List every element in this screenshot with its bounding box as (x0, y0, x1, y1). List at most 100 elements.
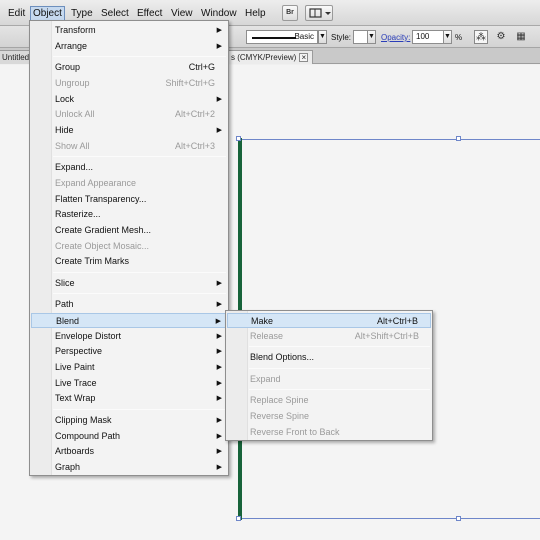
menu-item-hide[interactable]: Hide ▶ (31, 123, 227, 138)
close-icon[interactable]: × (299, 53, 309, 63)
menu-item-shortcut: Alt+Ctrl+2 (174, 109, 215, 119)
blend-item-make[interactable]: Make Alt+Ctrl+B (227, 313, 431, 328)
menu-item-label: Blend (56, 316, 80, 326)
blend-item-reverse-front-to-back[interactable]: Reverse Front to Back (227, 425, 431, 440)
menu-item-flatten-transparency[interactable]: Flatten Transparency... (31, 192, 227, 207)
selection-handle[interactable] (236, 516, 241, 521)
submenu-arrow-icon: ▶ (216, 127, 222, 134)
menu-item-path[interactable]: Path ▶ (31, 297, 227, 312)
blend-item-expand[interactable]: Expand (227, 372, 431, 387)
menu-item-shortcut: Ctrl+G (188, 62, 215, 72)
menu-item-live-paint[interactable]: Live Paint ▶ (31, 360, 227, 375)
menu-item-create-gradient-mesh[interactable]: Create Gradient Mesh... (31, 223, 227, 238)
menu-item-label: Live Paint (55, 362, 95, 372)
menu-item-expand[interactable]: Expand... (31, 160, 227, 175)
menu-separator (249, 389, 430, 390)
graphic-style-swatch[interactable] (353, 30, 368, 44)
menu-item-transform[interactable]: Transform ▶ (31, 23, 227, 38)
menu-item-unlock-all[interactable]: Unlock All Alt+Ctrl+2 (31, 107, 227, 122)
menu-item-artboards[interactable]: Artboards ▶ (31, 444, 227, 459)
submenu-arrow-icon: ▶ (216, 348, 222, 355)
menu-item-label: Perspective (55, 346, 103, 356)
opacity-label[interactable]: Opacity: (381, 33, 410, 42)
menu-item-shortcut: Alt+Shift+Ctrl+B (354, 331, 419, 341)
menu-separator (53, 409, 226, 410)
menu-item-label: Rasterize... (55, 209, 101, 219)
menu-item-label: Expand (250, 374, 281, 384)
blend-item-replace-spine[interactable]: Replace Spine (227, 393, 431, 408)
menu-item-label: Artboards (55, 446, 95, 456)
menu-item-label: Graph (55, 462, 81, 472)
stroke-preview (252, 37, 296, 39)
menu-item-rasterize[interactable]: Rasterize... (31, 207, 227, 222)
opacity-arrow[interactable]: ▼ (443, 30, 452, 44)
selection-handle[interactable] (236, 136, 241, 141)
menu-item-label: Reverse Front to Back (250, 427, 340, 437)
menu-item-shortcut: Alt+Ctrl+B (376, 316, 418, 326)
menu-separator (53, 156, 226, 157)
stroke-style-dropdown[interactable]: Basic (246, 30, 318, 44)
menu-edit[interactable]: Edit (6, 6, 27, 21)
blend-item-reverse-spine[interactable]: Reverse Spine (227, 409, 431, 424)
menu-item-graph[interactable]: Graph ▶ (31, 460, 227, 475)
tab-current-document[interactable]: s (CMYK/Preview) × (226, 50, 314, 64)
stroke-style-arrow[interactable]: ▼ (318, 30, 327, 44)
tab-current-label: s (CMYK/Preview) (231, 53, 297, 62)
menu-item-label: Envelope Distort (55, 331, 122, 341)
menu-separator (53, 56, 226, 57)
menu-item-label: Group (55, 62, 81, 72)
submenu-arrow-icon: ▶ (215, 318, 221, 325)
menu-item-show-all[interactable]: Show All Alt+Ctrl+3 (31, 139, 227, 154)
selection-handle[interactable] (456, 516, 461, 521)
menu-item-label: Ungroup (55, 78, 90, 88)
menu-separator (249, 368, 430, 369)
menu-item-ungroup[interactable]: Ungroup Shift+Ctrl+G (31, 76, 227, 91)
menu-item-envelope-distort[interactable]: Envelope Distort ▶ (31, 329, 227, 344)
menu-item-label: Make (251, 316, 274, 326)
recolor-artwork-icon[interactable]: ⁂ (474, 30, 488, 44)
menu-item-label: Transform (55, 25, 96, 35)
menu-item-arrange[interactable]: Arrange ▶ (31, 39, 227, 54)
menu-type[interactable]: Type (69, 6, 95, 21)
blend-item-release[interactable]: Release Alt+Shift+Ctrl+B (227, 329, 431, 344)
menu-separator (53, 293, 226, 294)
menu-item-compound-path[interactable]: Compound Path ▶ (31, 429, 227, 444)
menu-item-lock[interactable]: Lock ▶ (31, 92, 227, 107)
menu-item-label: Compound Path (55, 431, 121, 441)
graphic-style-arrow[interactable]: ▼ (367, 30, 376, 44)
menu-item-label: Path (55, 299, 74, 309)
menu-item-label: Hide (55, 125, 74, 135)
menu-item-perspective[interactable]: Perspective ▶ (31, 344, 227, 359)
menu-item-label: Arrange (55, 41, 88, 51)
menu-view[interactable]: View (169, 6, 195, 21)
submenu-arrow-icon: ▶ (216, 301, 222, 308)
menu-select[interactable]: Select (99, 6, 131, 21)
menu-object[interactable]: Object (30, 6, 65, 21)
menu-help[interactable]: Help (243, 6, 268, 21)
menu-item-create-object-mosaic[interactable]: Create Object Mosaic... (31, 239, 227, 254)
menu-item-expand-appearance[interactable]: Expand Appearance (31, 176, 227, 191)
menu-item-live-trace[interactable]: Live Trace ▶ (31, 376, 227, 391)
menu-item-label: Create Object Mosaic... (55, 241, 150, 251)
menu-item-create-trim-marks[interactable]: Create Trim Marks (31, 254, 227, 269)
menu-effect[interactable]: Effect (135, 6, 164, 21)
blend-item-blend-options[interactable]: Blend Options... (227, 350, 431, 365)
bridge-button[interactable]: Br (282, 5, 298, 21)
menu-item-slice[interactable]: Slice ▶ (31, 276, 227, 291)
menu-item-blend[interactable]: Blend ▶ (31, 313, 227, 328)
arrange-documents-icon (309, 8, 331, 18)
menu-item-label: Show All (55, 141, 90, 151)
arrange-documents-button[interactable] (305, 5, 333, 21)
menu-item-group[interactable]: Group Ctrl+G (31, 60, 227, 75)
menu-item-text-wrap[interactable]: Text Wrap ▶ (31, 391, 227, 406)
tab-untitled-label: Untitled (2, 53, 30, 62)
menu-item-label: Blend Options... (250, 352, 315, 362)
menu-window[interactable]: Window (199, 6, 239, 21)
selection-handle[interactable] (456, 136, 461, 141)
menu-item-clipping-mask[interactable]: Clipping Mask ▶ (31, 413, 227, 428)
opacity-input[interactable]: 100 (412, 30, 444, 44)
gear-icon[interactable]: ⚙ (494, 30, 508, 44)
menu-separator (53, 272, 226, 273)
menu-item-label: Lock (55, 94, 75, 104)
grid-options-icon[interactable]: ▦ (514, 30, 528, 44)
